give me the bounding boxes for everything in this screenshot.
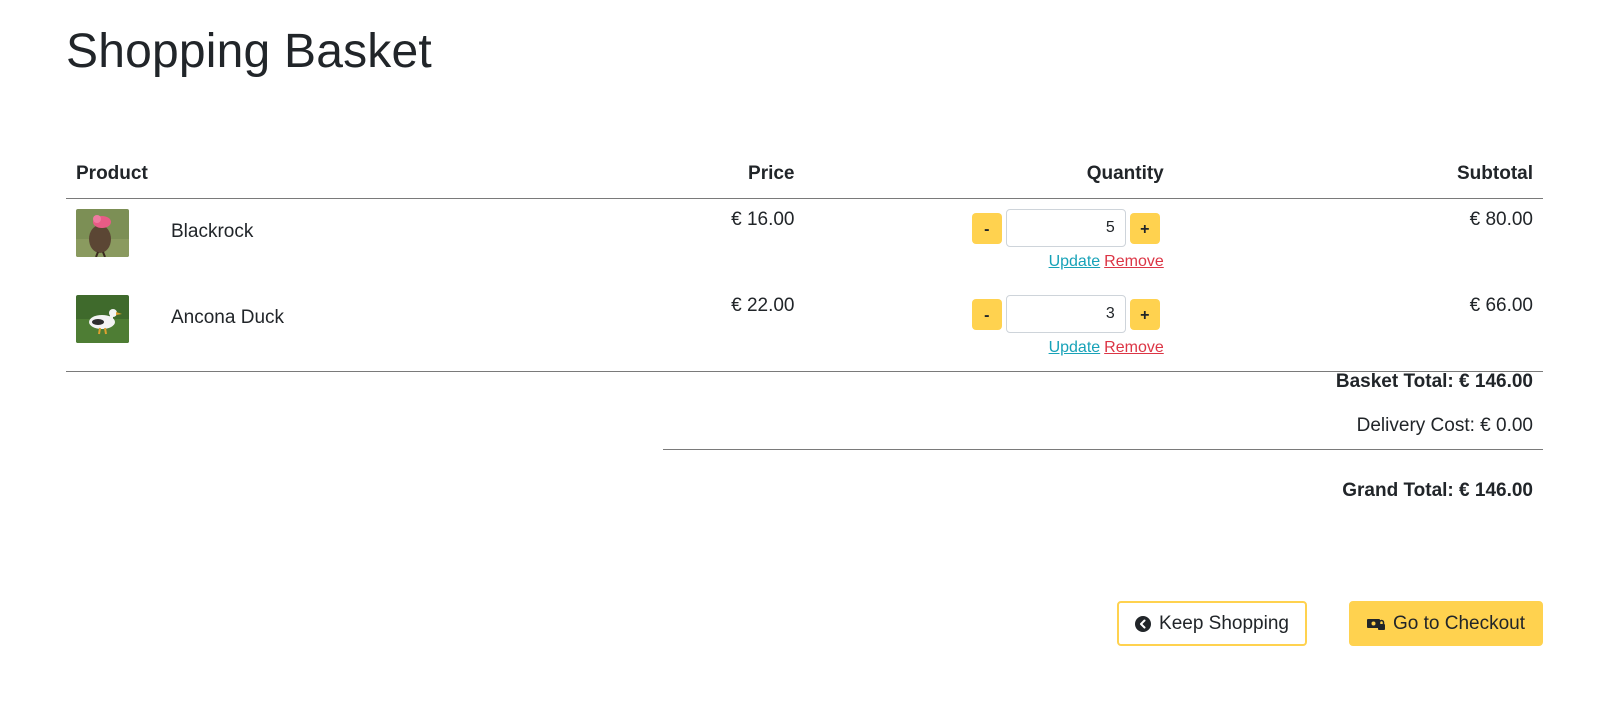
increment-button[interactable]: +: [1129, 212, 1160, 244]
quantity-cell: - + Update Remove: [805, 285, 1174, 357]
quantity-cell: - + Update Remove: [805, 199, 1174, 271]
delivery-cost: Delivery Cost: € 0.00: [663, 393, 1543, 450]
update-link[interactable]: Update: [1049, 339, 1101, 357]
remove-link[interactable]: Remove: [1104, 253, 1164, 271]
header-subtotal: Subtotal: [1457, 163, 1533, 184]
table-header: Product Price Quantity Subtotal: [66, 150, 1543, 199]
increment-button[interactable]: +: [1129, 298, 1160, 330]
header-quantity: Quantity: [1086, 163, 1164, 184]
product-subtotal: € 80.00: [1469, 209, 1533, 230]
basket-table: Product Price Quantity Subtotal Blackroc…: [66, 150, 1543, 372]
quantity-stepper: - +: [971, 295, 1160, 333]
table-row: Blackrock € 16.00 - + Update Remove € 80…: [66, 199, 1543, 285]
header-product: Product: [76, 163, 148, 184]
remove-link[interactable]: Remove: [1104, 339, 1164, 357]
quantity-input[interactable]: [1005, 209, 1126, 247]
table-body: Blackrock € 16.00 - + Update Remove € 80…: [66, 199, 1543, 372]
header-price: Price: [748, 163, 795, 184]
product-subtotal: € 66.00: [1469, 295, 1533, 316]
product-name: Ancona Duck: [171, 307, 285, 328]
basket-actions: Keep Shopping Go to Checkout: [1117, 601, 1543, 646]
totals-section: Basket Total: € 146.00 Delivery Cost: € …: [663, 357, 1543, 502]
checkout-label: Go to Checkout: [1392, 612, 1525, 634]
money-lock-icon: [1366, 616, 1385, 632]
keep-shopping-label: Keep Shopping: [1159, 612, 1289, 634]
product-price: € 22.00: [731, 295, 795, 316]
product-image[interactable]: [76, 209, 129, 257]
row-actions: Update Remove: [1049, 253, 1164, 271]
product-cell: Blackrock: [66, 199, 435, 257]
product-price: € 16.00: [731, 209, 795, 230]
duck-photo: [76, 295, 129, 343]
checkout-button[interactable]: Go to Checkout: [1348, 601, 1543, 646]
update-link[interactable]: Update: [1049, 253, 1101, 271]
basket-table-inner: Product Price Quantity Subtotal Blackroc…: [66, 150, 1543, 372]
chevron-left-circle-icon: [1135, 615, 1152, 632]
quantity-stepper: - +: [971, 209, 1160, 247]
chicken-photo: [76, 209, 129, 257]
product-cell: Ancona Duck: [66, 285, 435, 343]
row-actions: Update Remove: [1049, 339, 1164, 357]
decrement-button[interactable]: -: [971, 212, 1002, 244]
product-image[interactable]: [76, 295, 129, 343]
page-title: Shopping Basket: [66, 25, 432, 78]
basket-total: Basket Total: € 146.00: [1335, 371, 1533, 392]
quantity-input[interactable]: [1005, 295, 1126, 333]
keep-shopping-button[interactable]: Keep Shopping: [1117, 601, 1307, 646]
decrement-button[interactable]: -: [971, 298, 1002, 330]
product-name: Blackrock: [171, 221, 254, 242]
grand-total: Grand Total: € 146.00: [1342, 480, 1533, 501]
